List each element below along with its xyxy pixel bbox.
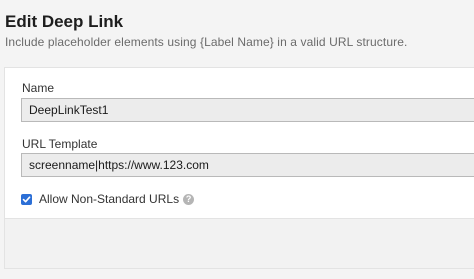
page-title: Edit Deep Link (5, 12, 124, 31)
page-header: Edit Deep Link Include placeholder eleme… (0, 0, 474, 62)
name-input[interactable] (21, 98, 474, 122)
checkmark-icon (22, 195, 31, 202)
url-template-label: URL Template (22, 137, 98, 151)
allow-non-standard-checkbox[interactable] (21, 193, 32, 205)
allow-non-standard-label[interactable]: Allow Non-Standard URLs (39, 192, 179, 206)
name-label: Name (22, 81, 55, 95)
url-template-input[interactable] (21, 153, 474, 177)
allow-non-standard-row: Allow Non-Standard URLs ? (21, 192, 195, 206)
page-subtitle: Include placeholder elements using {Labe… (5, 35, 408, 49)
form-footer (4, 219, 474, 269)
deep-link-form: Name URL Template Allow Non-Standard URL… (4, 67, 474, 219)
help-icon[interactable]: ? (183, 193, 195, 205)
